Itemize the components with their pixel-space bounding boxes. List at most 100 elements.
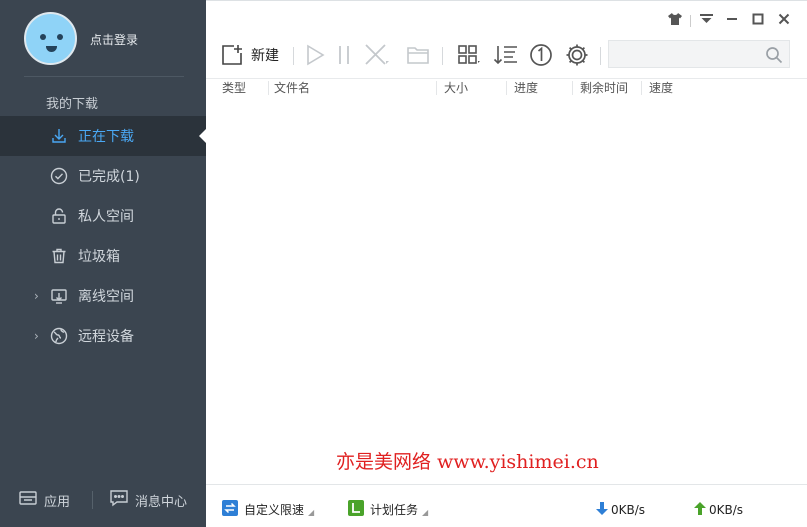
chat-icon: [109, 489, 129, 511]
minimize-icon: [726, 13, 738, 29]
speed-limit-label: 自定义限速: [244, 503, 305, 517]
folder-icon: [406, 45, 430, 65]
skin-button[interactable]: [662, 12, 688, 30]
lock-icon: [49, 206, 69, 226]
column-type[interactable]: 类型: [222, 80, 246, 97]
toolbar: 新建: [206, 39, 807, 73]
sidebar-item-label: 正在下载: [78, 129, 134, 145]
sidebar-item-trash[interactable]: 垃圾箱: [0, 236, 206, 276]
sidebar-item-downloading[interactable]: 正在下载: [0, 116, 206, 156]
download-arrow-icon: [596, 502, 608, 518]
sidebar-item-label: 远程设备: [78, 329, 134, 345]
sort-button[interactable]: [493, 39, 519, 71]
main-panel: 新建 类型 文件名 大小 进度 剩余时间 速度 亦是美网络 www.yishim…: [206, 0, 807, 527]
sidebar-divider: [24, 76, 184, 77]
download-icon: [49, 126, 69, 146]
open-folder-button[interactable]: [406, 39, 430, 71]
shirt-icon: [668, 13, 682, 29]
gear-icon: [564, 42, 590, 68]
sidebar-item-private-space[interactable]: 私人空间: [0, 196, 206, 236]
sidebar-bottom-bar: 应用 消息中心: [0, 483, 206, 517]
sidebar-item-remote-devices[interactable]: › 远程设备: [0, 316, 206, 356]
view-mode-button[interactable]: [457, 39, 481, 71]
check-circle-icon: [49, 166, 69, 186]
apps-icon: [18, 490, 38, 510]
globe-icon: [49, 326, 69, 346]
number-one-circle-icon: [529, 43, 553, 67]
speed-limit-button[interactable]: 自定义限速 ◢: [222, 500, 314, 519]
upload-speed: 0KB/s: [694, 502, 743, 518]
column-filename[interactable]: 文件名: [274, 80, 310, 97]
dropdown-caret-icon: ◢: [308, 508, 315, 517]
messages-label: 消息中心: [135, 494, 188, 510]
window-controls: [662, 12, 797, 30]
minimize-button[interactable]: [719, 12, 745, 30]
column-divider[interactable]: [436, 81, 437, 95]
close-button[interactable]: [771, 12, 797, 30]
one-click-button[interactable]: [529, 39, 553, 71]
close-icon: [778, 13, 790, 29]
column-progress[interactable]: 进度: [514, 80, 538, 97]
toolbar-divider: [293, 47, 294, 65]
pause-icon: [334, 44, 354, 66]
delete-x-icon: [364, 44, 390, 66]
download-speed-value: 0KB/s: [611, 503, 646, 517]
sidebar-item-label: 已完成(1): [78, 169, 140, 185]
menu-dropdown-icon: [699, 13, 713, 29]
toolbar-divider: [442, 47, 443, 65]
scheduled-task-button[interactable]: 计划任务 ◢: [348, 500, 428, 519]
schedule-icon: [348, 500, 364, 519]
sidebar-item-label: 离线空间: [78, 289, 134, 305]
maximize-icon: [752, 13, 764, 29]
download-speed: 0KB/s: [596, 502, 645, 518]
upload-arrow-icon: [694, 502, 706, 518]
schedule-label: 计划任务: [370, 503, 419, 517]
sidebar-item-completed[interactable]: 已完成(1): [0, 156, 206, 196]
column-divider[interactable]: [641, 81, 642, 95]
search-input[interactable]: [609, 41, 759, 67]
column-divider[interactable]: [506, 81, 507, 95]
settings-button[interactable]: [564, 39, 590, 71]
download-list[interactable]: [206, 97, 807, 482]
avatar[interactable]: [24, 12, 77, 65]
bottom-divider: [92, 491, 93, 509]
column-divider[interactable]: [268, 81, 269, 95]
sidebar: 点击登录 我的下载 正在下载 已完成(1) 私人空间 垃圾箱 › 离线空间 ›: [0, 0, 206, 527]
start-button[interactable]: [304, 39, 326, 71]
maximize-button[interactable]: [745, 12, 771, 30]
sidebar-item-label: 垃圾箱: [78, 249, 120, 265]
column-divider[interactable]: [572, 81, 573, 95]
play-icon: [304, 44, 326, 66]
new-file-icon: [220, 43, 244, 67]
sidebar-item-label: 私人空间: [78, 209, 134, 225]
delete-button[interactable]: [364, 39, 390, 71]
toolbar-divider: [600, 47, 601, 65]
sidebar-item-offline-space[interactable]: › 离线空间: [0, 276, 206, 316]
menu-button[interactable]: [693, 12, 719, 30]
chevron-right-icon[interactable]: ›: [34, 289, 44, 303]
my-downloads-label: 我的下载: [46, 97, 99, 112]
grid-view-icon: [457, 44, 481, 66]
pause-button[interactable]: [334, 39, 354, 71]
login-link[interactable]: 点击登录: [90, 31, 138, 48]
status-bar: 自定义限速 ◢ 计划任务 ◢ 0KB/s 0KB/s: [206, 484, 807, 527]
speed-limit-icon: [222, 500, 238, 519]
new-task-button[interactable]: 新建: [220, 39, 279, 71]
new-task-label: 新建: [251, 48, 279, 64]
apps-label: 应用: [44, 494, 71, 510]
table-header: 类型 文件名 大小 进度 剩余时间 速度: [206, 78, 807, 96]
column-speed[interactable]: 速度: [649, 80, 673, 97]
trash-icon: [49, 246, 69, 266]
chevron-right-icon[interactable]: ›: [34, 329, 44, 343]
offline-download-icon: [49, 286, 69, 306]
column-remaining-time[interactable]: 剩余时间: [580, 80, 628, 97]
sort-icon: [493, 44, 519, 66]
apps-button[interactable]: 应用: [18, 490, 70, 510]
watermark-text: 亦是美网络 www.yishimei.cn: [336, 451, 599, 473]
message-center-button[interactable]: 消息中心: [109, 489, 187, 511]
upload-speed-value: 0KB/s: [709, 503, 744, 517]
search-box: [608, 40, 790, 68]
dropdown-caret-icon: ◢: [422, 508, 429, 517]
column-size[interactable]: 大小: [444, 80, 468, 97]
search-icon[interactable]: [765, 46, 783, 68]
